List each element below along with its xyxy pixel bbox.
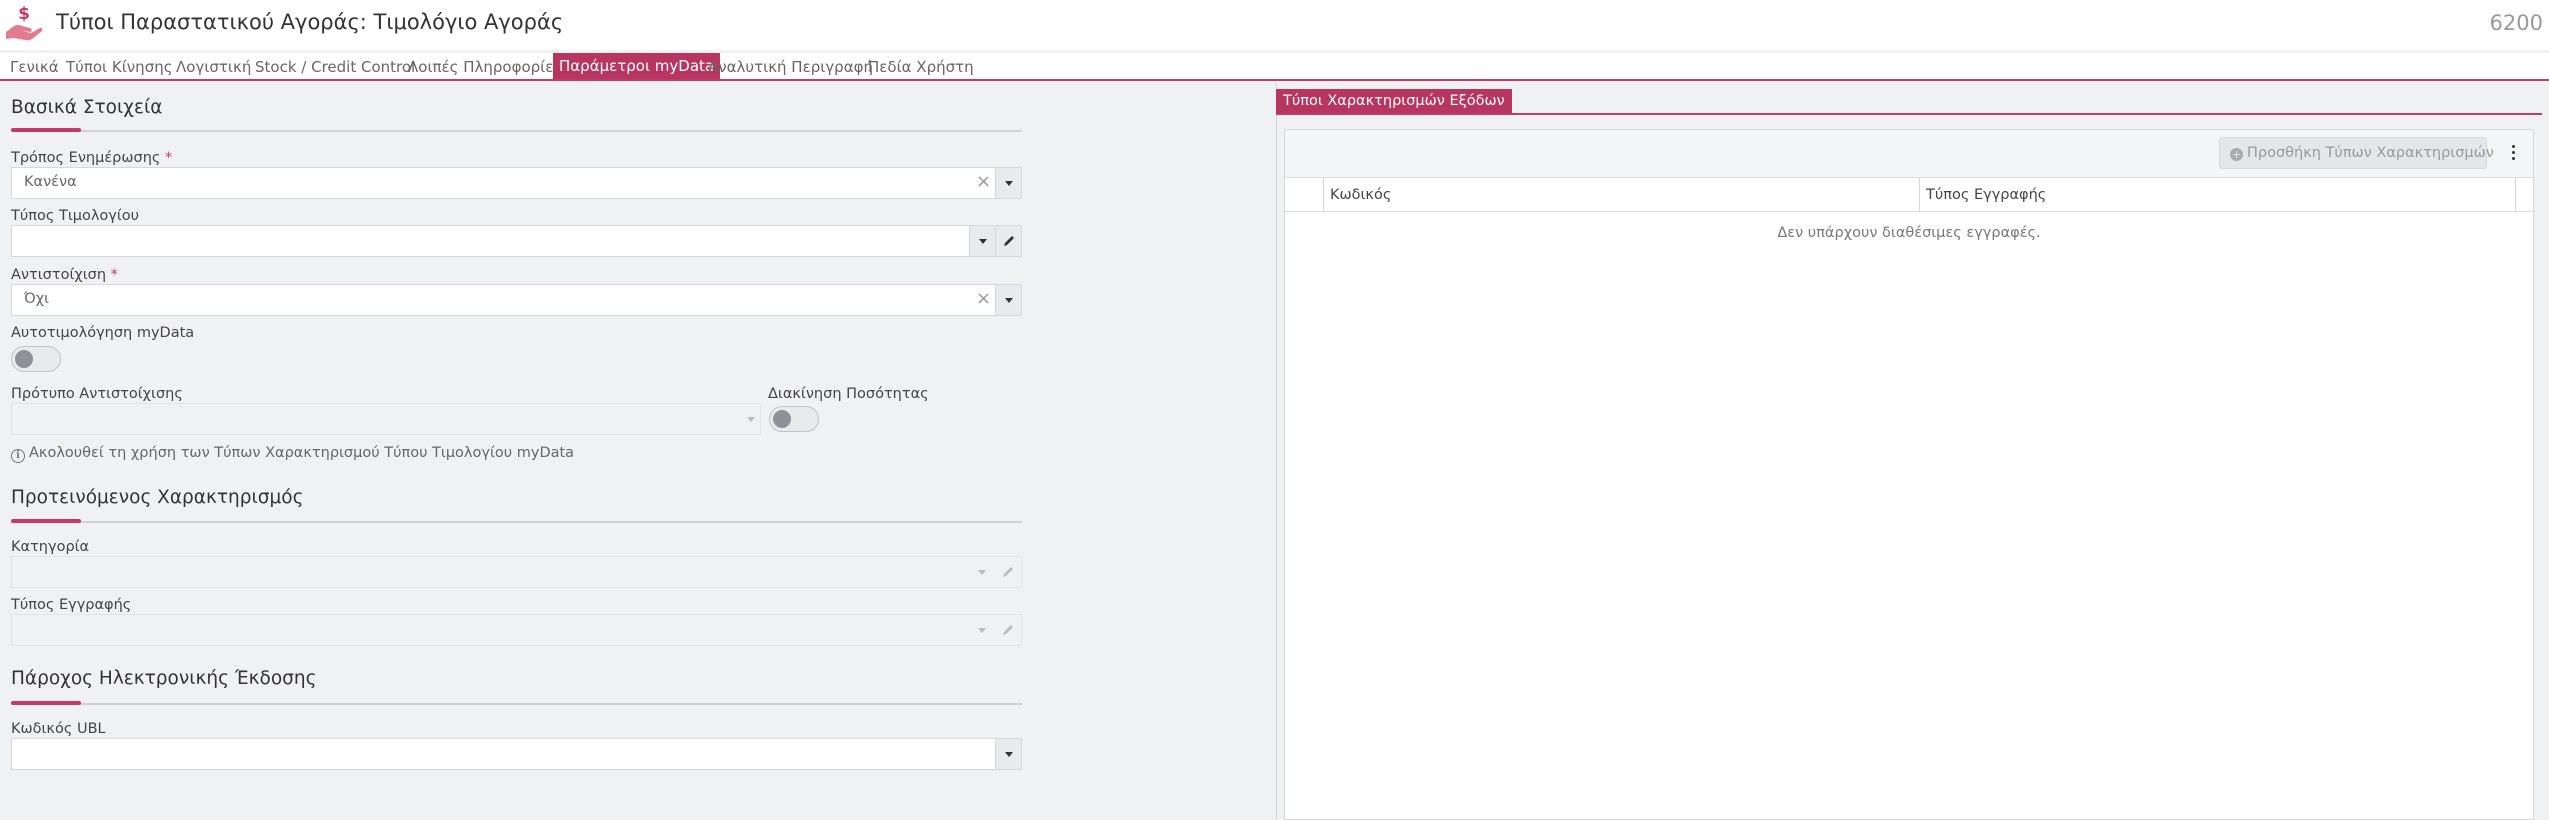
tab-accounting[interactable]: Λογιστική [170, 55, 257, 79]
category-select[interactable] [11, 556, 1022, 588]
required-marker: * [165, 150, 173, 166]
section-divider [11, 128, 1022, 132]
section-title-basic: Βασικά Στοιχεία [11, 97, 163, 118]
panel-divider [1276, 83, 1277, 820]
update-mode-select[interactable]: Κανένα × [11, 167, 1022, 199]
toggle-knob [773, 410, 791, 428]
auto-invoicing-label: Αυτοτιμολόγηση myData [11, 325, 195, 341]
entry-type-label: Τύπος Εγγραφής [11, 597, 132, 613]
tab-expense-classification-types[interactable]: Τύποι Χαρακτηρισμών Εξόδων [1276, 89, 1512, 113]
clear-icon[interactable]: × [976, 288, 991, 309]
dropdown-button[interactable] [741, 404, 761, 434]
tab-movement-types[interactable]: Τύποι Κίνησης [60, 55, 179, 79]
mapping-template-select[interactable] [11, 403, 761, 435]
edit-button[interactable] [995, 557, 1021, 587]
invoice-type-select[interactable] [11, 225, 1022, 257]
dropdown-button[interactable] [969, 226, 995, 256]
section-accent [11, 128, 81, 132]
section-accent [11, 701, 81, 705]
entry-type-select[interactable] [11, 614, 1022, 646]
required-marker: * [110, 267, 118, 283]
section-title-provider: Πάροχος Ηλεκτρονικής Έκδοσης [11, 668, 317, 689]
tab-detailed-description[interactable]: Αναλυτική Περιγραφή [702, 55, 879, 79]
hand-dollar-icon: $ [6, 4, 43, 41]
section-divider [11, 701, 1022, 705]
update-mode-value: Κανένα [24, 174, 77, 190]
record-number: 6200 [2489, 11, 2543, 35]
ubl-code-label: Κωδικός UBL [11, 721, 106, 737]
tab-underline [1276, 113, 2542, 115]
mapping-template-label: Πρότυπο Αντιστοίχισης [11, 386, 183, 402]
tab-other-info[interactable]: Λοιπές Πληροφορίες [402, 55, 568, 79]
section-accent [11, 519, 81, 523]
edit-button[interactable] [995, 226, 1021, 256]
dropdown-button[interactable] [995, 739, 1021, 769]
empty-message: Δεν υπάρχουν διαθέσιμες εγγραφές. [1777, 225, 2041, 241]
tab-stock-credit-control[interactable]: Stock / Credit Control [249, 55, 421, 79]
column-header-code[interactable]: Κωδικός [1323, 178, 1919, 212]
classification-grid: + Προσθήκη Τύπων Χαρακτηρισμών Κωδικός Τύ… [1284, 129, 2534, 820]
dropdown-button[interactable] [995, 285, 1021, 315]
qty-movement-label: Διακίνηση Ποσότητας [768, 386, 929, 402]
dropdown-button[interactable] [969, 557, 995, 587]
column-header-entry-type[interactable]: Τύπος Εγγραφής [1919, 178, 2515, 212]
edit-button[interactable] [995, 615, 1021, 645]
toggle-knob [15, 350, 33, 368]
select-column-header[interactable] [1285, 178, 1323, 212]
section-divider [11, 519, 1022, 523]
pencil-icon [1003, 567, 1013, 577]
column-header-spacer [2515, 178, 2533, 212]
pencil-icon [1004, 236, 1014, 246]
clear-icon[interactable]: × [976, 171, 991, 192]
chevron-down-icon [1005, 752, 1013, 757]
plus-circle-icon: + [2230, 148, 2243, 161]
category-label: Κατηγορία [11, 539, 90, 555]
tab-bar: Γενικά Τύποι Κίνησης Λογιστική Stock / C… [0, 53, 2549, 81]
chevron-down-icon [747, 417, 755, 422]
mapping-value: Όχι [24, 291, 50, 307]
add-classification-types-button[interactable]: + Προσθήκη Τύπων Χαρακτηρισμών [2219, 137, 2494, 169]
mapping-select[interactable]: Όχι × [11, 284, 1022, 316]
more-options-icon[interactable] [2507, 142, 2521, 162]
tab-mydata-parameters[interactable]: Παράμετροι myData [553, 53, 721, 79]
info-icon: i [11, 449, 25, 463]
grid-header: Κωδικός Τύπος Εγγραφής [1285, 178, 2533, 212]
dropdown-button[interactable] [969, 615, 995, 645]
tab-general[interactable]: Γενικά [4, 55, 65, 79]
header-bar: $ Τύποι Παραστατικού Αγοράς: Τιμολόγιο Α… [0, 0, 2549, 50]
ubl-code-select[interactable] [11, 738, 1022, 770]
dropdown-button[interactable] [995, 168, 1021, 198]
chevron-down-icon [979, 239, 987, 244]
auto-invoicing-toggle[interactable] [11, 346, 61, 372]
qty-movement-toggle[interactable] [769, 406, 819, 432]
page-title: Τύποι Παραστατικού Αγοράς: Τιμολόγιο Αγο… [56, 10, 564, 34]
svg-text:$: $ [18, 4, 30, 24]
chevron-down-icon [1005, 181, 1013, 186]
invoice-type-label: Τύπος Τιμολογίου [11, 208, 140, 224]
section-title-suggested: Προτεινόμενος Χαρακτηρισμός [11, 487, 304, 508]
page: $ Τύποι Παραστατικού Αγοράς: Τιμολόγιο Α… [0, 0, 2549, 820]
update-mode-label: Τρόπος Ενημέρωσης * [11, 150, 173, 166]
chevron-down-icon [1005, 298, 1013, 303]
grid-toolbar: + Προσθήκη Τύπων Χαρακτηρισμών [1285, 130, 2533, 178]
pencil-icon [1003, 625, 1013, 635]
chevron-down-icon [978, 628, 986, 633]
chevron-down-icon [978, 570, 986, 575]
info-note: i Ακολουθεί τη χρήση των Τύπων Χαρακτηρισ… [11, 445, 574, 463]
mapping-label: Αντιστοίχιση * [11, 267, 118, 283]
tab-user-fields[interactable]: Πεδία Χρήστη [862, 55, 980, 79]
